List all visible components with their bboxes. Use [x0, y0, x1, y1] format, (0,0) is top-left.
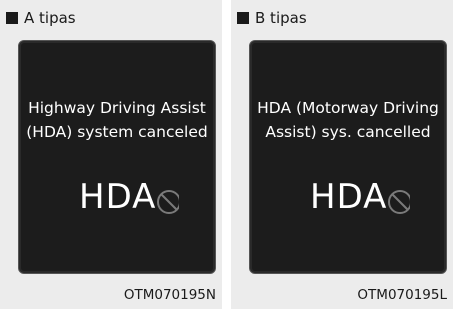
panel-b-type: B tipas HDA (Motorway Driving Assist) sy…: [231, 0, 453, 309]
image-code: OTM070195N: [123, 287, 216, 303]
cluster-display: HDA (Motorway Driving Assist) sys. cance…: [249, 40, 447, 274]
square-bullet-icon: [6, 12, 18, 24]
cluster-message: Highway Driving Assist (HDA) system canc…: [19, 96, 215, 144]
panel-header: A tipas: [6, 9, 76, 27]
message-line: Assist) sys. cancelled: [265, 123, 431, 141]
message-line: Highway Driving Assist: [28, 99, 206, 117]
message-line: (HDA) system canceled: [26, 123, 208, 141]
square-bullet-icon: [237, 12, 249, 24]
hda-indicator: HDA: [310, 177, 410, 217]
cluster-message: HDA (Motorway Driving Assist) sys. cance…: [250, 96, 446, 144]
panel-a-type: A tipas Highway Driving Assist (HDA) sys…: [0, 0, 222, 309]
panel-header: B tipas: [237, 9, 307, 27]
cancel-circle-icon: [388, 190, 410, 214]
cluster-display: Highway Driving Assist (HDA) system canc…: [18, 40, 216, 274]
image-code: OTM070195L: [357, 287, 447, 303]
panel-header-label: B tipas: [255, 9, 307, 27]
hda-indicator: HDA: [79, 177, 179, 217]
message-line: HDA (Motorway Driving: [257, 99, 439, 117]
cancel-circle-icon: [157, 190, 179, 214]
panel-header-label: A tipas: [24, 9, 76, 27]
